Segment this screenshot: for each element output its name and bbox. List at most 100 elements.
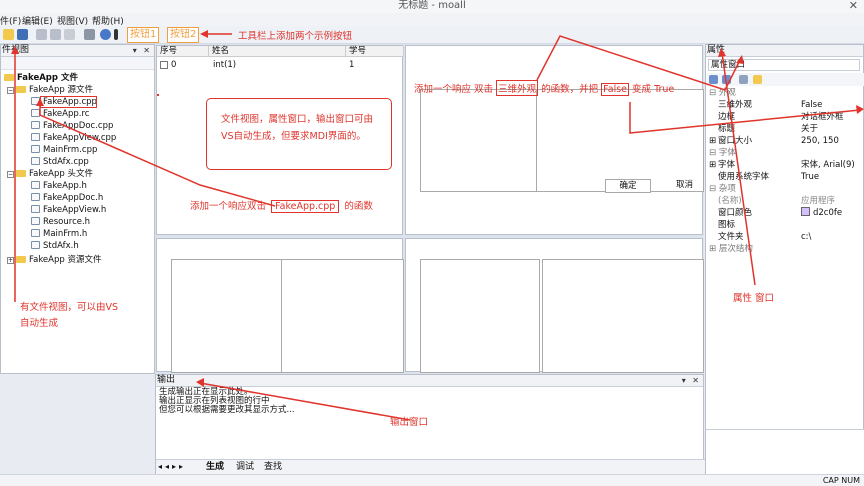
properties-icon[interactable] bbox=[739, 75, 748, 84]
tree-root[interactable]: FakeApp 文件 bbox=[4, 73, 78, 84]
sort-icon[interactable] bbox=[722, 75, 731, 84]
tree-file[interactable]: FakeAppView.cpp bbox=[31, 133, 116, 144]
prop-row[interactable]: 文件夹 c:\ bbox=[706, 231, 864, 243]
save-icon[interactable] bbox=[17, 29, 28, 40]
close-icon[interactable]: ✕ bbox=[849, 0, 858, 12]
annotation-fileview: 有文件视图，可以由VS自动生成 bbox=[20, 302, 119, 329]
cut-icon[interactable] bbox=[36, 29, 47, 40]
tree-file[interactable]: FakeApp.rc bbox=[31, 109, 89, 120]
expand-icon[interactable]: ⊞ bbox=[709, 135, 716, 147]
folder-icon bbox=[16, 86, 26, 93]
grid-header-index[interactable]: 序号 bbox=[157, 46, 209, 57]
highlight-box bbox=[40, 96, 97, 108]
prop-row[interactable]: ⊞ 窗口大小 250, 150 bbox=[706, 135, 864, 147]
annotation-toolbar: 工具栏上添加两个示例按钮 bbox=[238, 31, 353, 42]
annotation-dblclick: 添加一个响应双击 FakeApp.cpp 的函数 bbox=[190, 200, 373, 213]
expand-icon[interactable]: + bbox=[7, 257, 14, 264]
prop-row[interactable]: (名称) 应用程序 bbox=[706, 195, 864, 207]
dialog-preview-window: 确定 取消 bbox=[405, 45, 704, 235]
prop-category-hierarchy[interactable]: ⊞ 层次结构 bbox=[706, 243, 864, 255]
grid-header-id[interactable]: 学号 bbox=[346, 46, 404, 57]
print-icon[interactable] bbox=[84, 29, 95, 40]
file-icon bbox=[31, 97, 40, 105]
tree-file[interactable]: FakeAppDoc.cpp bbox=[31, 121, 113, 132]
grid-cell[interactable]: int(1) bbox=[213, 60, 236, 70]
view-frame bbox=[420, 89, 540, 192]
help-icon[interactable] bbox=[100, 29, 111, 40]
status-indicators: CAP NUM bbox=[822, 476, 860, 485]
prop-category-appearance[interactable]: ⊟ 外观 bbox=[706, 87, 864, 99]
toolbar: 按钮1 按钮2 bbox=[0, 26, 864, 44]
tree-file[interactable]: FakeApp.h bbox=[31, 181, 87, 192]
row-checkbox[interactable] bbox=[160, 61, 168, 69]
grid-cell[interactable]: 0 bbox=[171, 60, 176, 70]
output-tabs: ◂◂▸▸ 生成 调试 查找 bbox=[156, 459, 705, 474]
tree-file[interactable]: MainFrm.cpp bbox=[31, 145, 97, 156]
view-frame bbox=[542, 259, 704, 373]
prop-row[interactable]: 窗口颜色 d2c0fe bbox=[706, 207, 864, 219]
tab-find[interactable]: 查找 bbox=[264, 462, 282, 473]
panel-controls-icon[interactable]: ▾ ✕ bbox=[682, 375, 701, 386]
file-icon bbox=[31, 145, 40, 153]
window-title: 无标题 - moall bbox=[398, 0, 466, 11]
expand-icon[interactable]: ⊞ bbox=[709, 159, 716, 171]
tree-file[interactable]: MainFrm.h bbox=[31, 229, 87, 240]
prop-row[interactable]: 使用系统字体 True bbox=[706, 171, 864, 183]
tree-folder-source[interactable]: − FakeApp 源文件 bbox=[7, 85, 93, 96]
prop-row[interactable]: 三维外观 False bbox=[706, 99, 864, 111]
events-icon[interactable] bbox=[753, 75, 762, 84]
tab-nav-icon[interactable]: ◂◂▸▸ bbox=[158, 462, 186, 471]
tree-file[interactable]: FakeAppView.h bbox=[31, 205, 106, 216]
tree-file[interactable]: Resource.h bbox=[31, 217, 90, 228]
tab-build[interactable]: 生成 bbox=[206, 462, 224, 473]
categorized-icon[interactable] bbox=[709, 75, 718, 84]
folder-icon bbox=[16, 256, 26, 263]
file-icon bbox=[31, 121, 40, 129]
tree-folder-resource[interactable]: + FakeApp 资源文件 bbox=[7, 255, 101, 266]
cancel-button[interactable]: 取消 bbox=[676, 179, 704, 193]
copy-icon[interactable] bbox=[50, 29, 61, 40]
prop-category-font[interactable]: ⊟ 字体 bbox=[706, 147, 864, 159]
open-icon[interactable] bbox=[3, 29, 14, 40]
file-icon bbox=[31, 205, 40, 213]
file-view-title: 件视图 ▾ ✕ bbox=[1, 45, 154, 57]
toolbar-button-2[interactable]: 按钮2 bbox=[167, 27, 200, 43]
tree-file[interactable]: FakeAppDoc.h bbox=[31, 193, 103, 204]
properties-panel: 属性 属性窗口 ⊟ 外观 三维外观 False 边框 对话框外框 标题 关于 ⊞ 窗口大… bbox=[705, 44, 864, 474]
view-frame bbox=[171, 259, 291, 373]
file-icon bbox=[31, 157, 40, 165]
prop-row[interactable]: 边框 对话框外框 bbox=[706, 111, 864, 123]
child-window-4 bbox=[405, 238, 704, 373]
view-frame bbox=[420, 259, 540, 373]
output-panel: 输出 ▾ ✕ 生成输出正在显示此处。 输出正显示在列表视图的行中 但您可以根据需… bbox=[155, 374, 705, 474]
properties-object-selector[interactable]: 属性窗口 bbox=[708, 59, 860, 71]
tree-file[interactable]: StdAfx.h bbox=[31, 241, 79, 252]
file-icon bbox=[31, 229, 40, 237]
ok-button[interactable]: 确定 bbox=[605, 179, 651, 193]
context-help-icon[interactable] bbox=[114, 29, 118, 40]
output-text: 生成输出正在显示此处。 输出正显示在列表视图的行中 但您可以根据需要更改其显示方… bbox=[159, 387, 295, 415]
tab-debug[interactable]: 调试 bbox=[236, 462, 254, 473]
prop-row[interactable]: 标题 关于 bbox=[706, 123, 864, 135]
marker-dot bbox=[157, 94, 159, 96]
prop-row[interactable]: 图标 bbox=[706, 219, 864, 231]
toolbar-button-1[interactable]: 按钮1 bbox=[127, 27, 160, 43]
collapse-icon[interactable]: − bbox=[7, 171, 14, 178]
tree-folder-header[interactable]: − FakeApp 头文件 bbox=[7, 169, 93, 180]
menu-bar: 件(F) 编辑(E) 视图(V) 帮助(H) bbox=[0, 13, 864, 27]
file-view-toolbar bbox=[1, 57, 154, 70]
tree-file[interactable]: StdAfx.cpp bbox=[31, 157, 89, 168]
properties-title: 属性 bbox=[706, 45, 863, 57]
prop-row[interactable]: ⊞ 字体 宋体, Arial(9) bbox=[706, 159, 864, 171]
grid-cell[interactable]: 1 bbox=[349, 60, 354, 70]
paste-icon[interactable] bbox=[64, 29, 75, 40]
prop-category-misc[interactable]: ⊟ 杂项 bbox=[706, 183, 864, 195]
file-icon bbox=[31, 217, 40, 225]
grid-header-name[interactable]: 姓名 bbox=[209, 46, 346, 57]
collapse-icon[interactable]: − bbox=[7, 87, 14, 94]
file-icon bbox=[31, 241, 40, 249]
output-title: 输出 ▾ ✕ bbox=[156, 375, 703, 387]
panel-controls-icon[interactable]: ▾ ✕ bbox=[133, 45, 152, 56]
annotation-output: 输出窗口 bbox=[390, 417, 429, 428]
color-swatch[interactable] bbox=[801, 207, 810, 216]
